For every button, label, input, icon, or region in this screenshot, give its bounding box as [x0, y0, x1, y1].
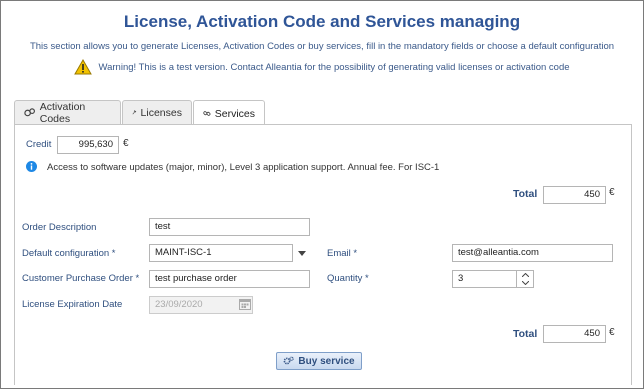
warning-triangle-icon — [74, 59, 93, 75]
total-top-label: Total — [513, 188, 538, 200]
customer-purchase-order-label: Customer Purchase Order * — [22, 273, 140, 284]
calendar-icon — [239, 299, 251, 310]
email-input[interactable]: test@alleantia.com — [452, 244, 613, 262]
credit-label: Credit — [26, 139, 52, 150]
default-configuration-value: MAINT-ISC-1 — [155, 247, 212, 258]
license-expiration-date-label: License Expiration Date — [22, 299, 123, 310]
quantity-label: Quantity * — [327, 273, 369, 284]
total-bottom-field: 450 — [543, 325, 606, 343]
warning-banner: Warning! This is a test version. Contact… — [0, 59, 644, 75]
total-top-currency: € — [609, 187, 615, 198]
total-bottom-label: Total — [513, 328, 538, 340]
tab-licenses-label: Licenses — [140, 106, 182, 119]
credit-field: 995,630 — [57, 136, 119, 154]
service-description: Access to software updates (major, minor… — [47, 162, 440, 173]
total-bottom-currency: € — [609, 327, 615, 338]
buy-service-label: Buy service — [298, 355, 355, 367]
total-top-field: 450 — [543, 186, 606, 204]
order-description-label: Order Description — [22, 222, 97, 233]
chevron-down-icon — [297, 250, 306, 256]
chevron-up-icon[interactable] — [522, 273, 529, 277]
gears-icon — [284, 356, 295, 365]
default-configuration-dropdown-button[interactable] — [292, 244, 310, 262]
gavel-icon — [132, 110, 137, 115]
buy-service-button[interactable]: Buy service — [276, 352, 362, 370]
tab-activation-codes-label: Activation Codes — [39, 100, 86, 125]
credit-currency: € — [123, 138, 129, 149]
link-icon — [203, 111, 211, 116]
warning-text: Warning! This is a test version. Contact… — [98, 61, 570, 73]
customer-purchase-order-input[interactable]: test purchase order — [149, 270, 310, 288]
order-description-input[interactable]: test — [149, 218, 310, 236]
tab-activation-codes[interactable]: Activation Codes — [14, 100, 121, 125]
email-label: Email * — [327, 248, 358, 259]
chevron-down-icon[interactable] — [522, 281, 529, 285]
tab-licenses[interactable]: Licenses — [122, 100, 192, 124]
page-subtitle: This section allows you to generate Lice… — [29, 41, 615, 52]
quantity-spin-buttons[interactable] — [516, 270, 534, 288]
default-configuration-select[interactable]: MAINT-ISC-1 — [149, 244, 310, 262]
default-configuration-label: Default configuration * — [22, 248, 116, 259]
info-icon — [26, 161, 37, 172]
activation-code-icon — [24, 108, 35, 117]
page-title: License, Activation Code and Services ma… — [123, 12, 521, 31]
tab-services[interactable]: Services — [193, 100, 265, 126]
license-expiration-date-input: 23/09/2020 — [149, 296, 253, 314]
tab-services-label: Services — [214, 107, 255, 120]
